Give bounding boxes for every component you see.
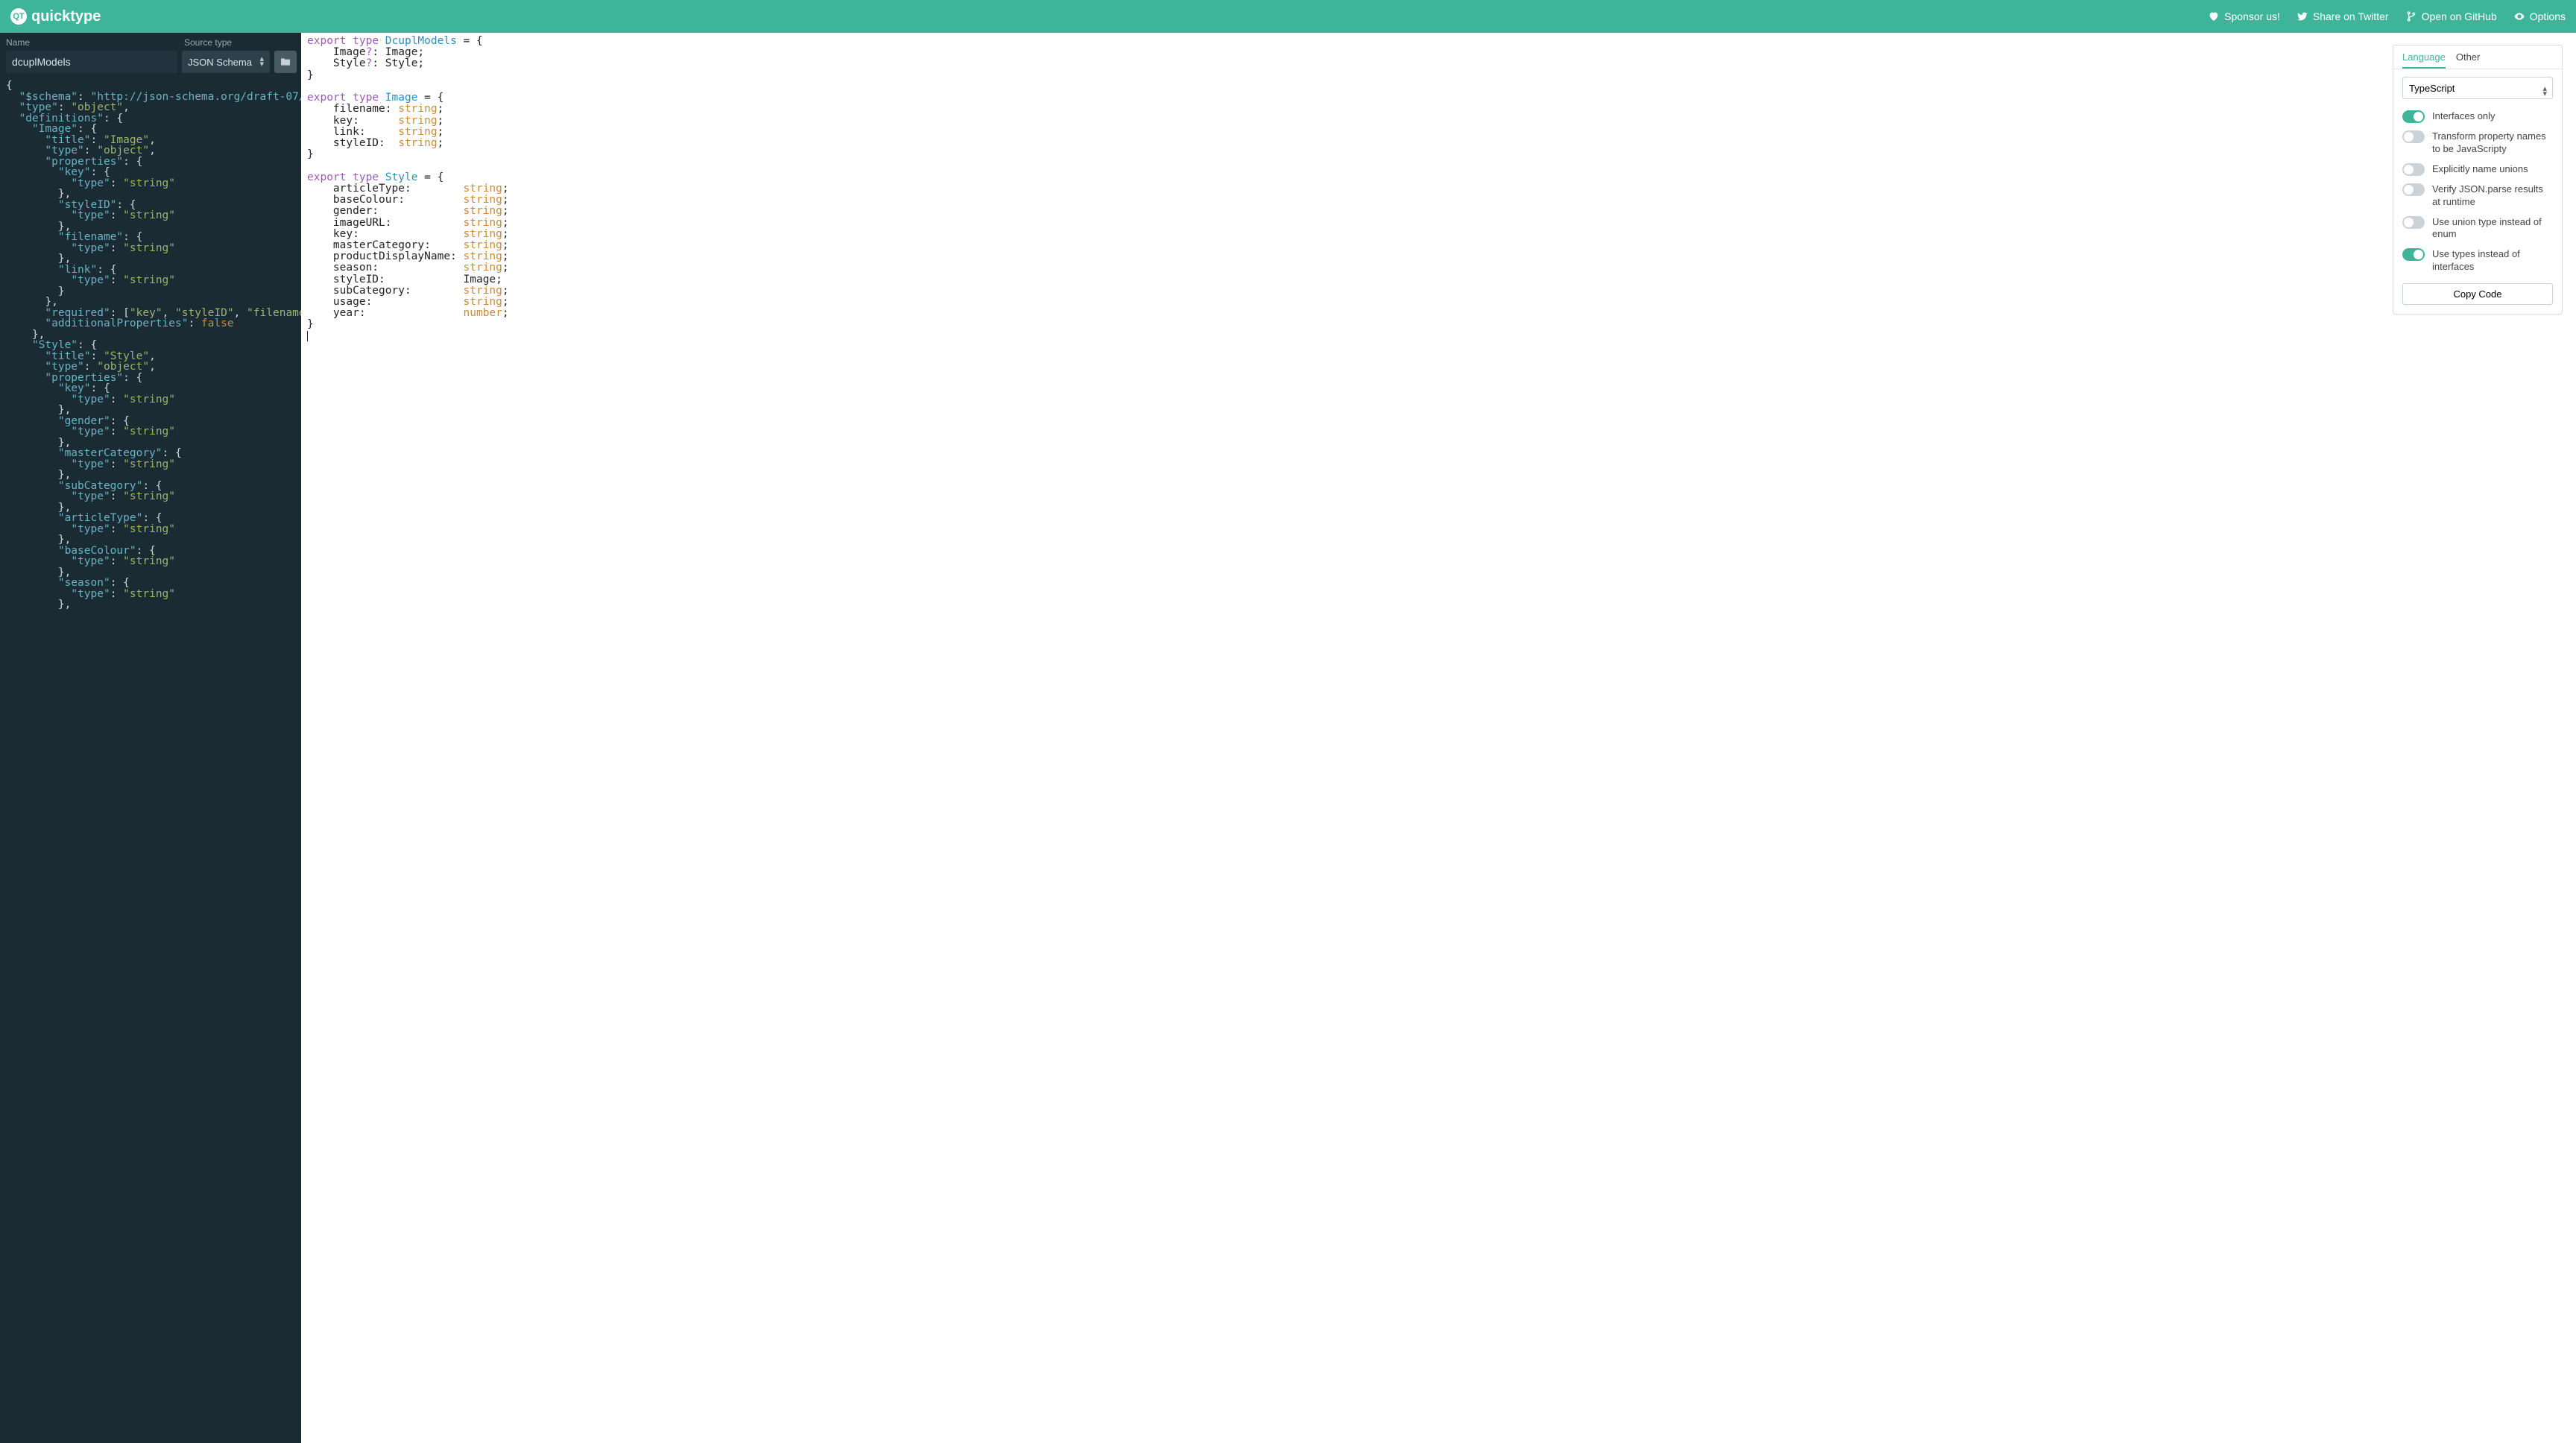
source-editor[interactable]: { "$schema": "http://json-schema.org/dra… xyxy=(0,78,301,1443)
brand-logo: QT quicktype xyxy=(10,8,101,25)
twitter-icon xyxy=(2296,10,2308,22)
source-type-select[interactable]: JSON Schema xyxy=(182,51,270,73)
option-toggle[interactable] xyxy=(2402,163,2425,176)
twitter-link[interactable]: Share on Twitter xyxy=(2296,10,2389,22)
brand-name: quicktype xyxy=(31,8,101,25)
option-label: Use types instead of interfaces xyxy=(2432,248,2553,274)
logo-icon: QT xyxy=(10,8,27,25)
option-row: Use union type instead of enum xyxy=(2402,212,2553,245)
folder-icon xyxy=(280,56,291,68)
options-label: Options xyxy=(2530,10,2566,22)
option-label: Interfaces only xyxy=(2432,110,2553,123)
header-links: Sponsor us! Share on Twitter Open on Git… xyxy=(2208,10,2566,22)
source-inputs: JSON Schema ▴▾ xyxy=(0,51,301,78)
option-label: Verify JSON.parse results at runtime xyxy=(2432,183,2553,209)
option-row: Verify JSON.parse results at runtime xyxy=(2402,180,2553,212)
tab-other[interactable]: Other xyxy=(2456,51,2481,69)
tab-language[interactable]: Language xyxy=(2402,51,2446,69)
language-select[interactable]: TypeScript xyxy=(2402,77,2553,99)
option-row: Transform property names to be JavaScrip… xyxy=(2402,127,2553,160)
output-panel: export type DcuplModels = { Image?: Imag… xyxy=(301,33,2576,1443)
sponsor-link[interactable]: Sponsor us! xyxy=(2208,10,2280,22)
source-type-select-wrap: JSON Schema ▴▾ xyxy=(182,51,270,73)
option-row: Interfaces only xyxy=(2402,107,2553,127)
options-tabs: Language Other xyxy=(2393,45,2562,69)
option-toggle[interactable] xyxy=(2402,130,2425,143)
option-row: Explicitly name unions xyxy=(2402,160,2553,180)
option-toggle[interactable] xyxy=(2402,216,2425,229)
git-branch-icon xyxy=(2405,10,2417,22)
github-label: Open on GitHub xyxy=(2422,10,2497,22)
option-label: Transform property names to be JavaScrip… xyxy=(2432,130,2553,156)
options-body: TypeScript ▴▾ Interfaces only Transform p… xyxy=(2393,69,2562,314)
open-folder-button[interactable] xyxy=(274,51,297,73)
source-type-label: Source type xyxy=(178,33,301,51)
sponsor-label: Sponsor us! xyxy=(2224,10,2280,22)
option-toggles: Interfaces only Transform property names … xyxy=(2402,107,2553,277)
eye-icon xyxy=(2513,10,2525,22)
option-row: Use types instead of interfaces xyxy=(2402,244,2553,277)
heart-icon xyxy=(2208,10,2220,22)
options-link[interactable]: Options xyxy=(2513,10,2566,22)
option-toggle[interactable] xyxy=(2402,183,2425,196)
copy-code-button[interactable]: Copy Code xyxy=(2402,283,2553,305)
option-label: Use union type instead of enum xyxy=(2432,216,2553,241)
name-input[interactable] xyxy=(6,51,177,73)
github-link[interactable]: Open on GitHub xyxy=(2405,10,2497,22)
twitter-label: Share on Twitter xyxy=(2313,10,2389,22)
source-header: Name Source type xyxy=(0,33,301,51)
option-toggle[interactable] xyxy=(2402,248,2425,261)
source-panel: Name Source type JSON Schema ▴▾ { "$sche… xyxy=(0,33,301,1443)
output-code[interactable]: export type DcuplModels = { Image?: Imag… xyxy=(301,33,2576,345)
app-header: QT quicktype Sponsor us! Share on Twitte… xyxy=(0,0,2576,33)
option-label: Explicitly name unions xyxy=(2432,163,2553,176)
name-label: Name xyxy=(0,33,178,51)
option-toggle[interactable] xyxy=(2402,110,2425,123)
options-card: Language Other TypeScript ▴▾ Interfaces … xyxy=(2393,45,2563,315)
language-select-wrap: TypeScript ▴▾ xyxy=(2402,77,2553,107)
main-area: Name Source type JSON Schema ▴▾ { "$sche… xyxy=(0,33,2576,1443)
